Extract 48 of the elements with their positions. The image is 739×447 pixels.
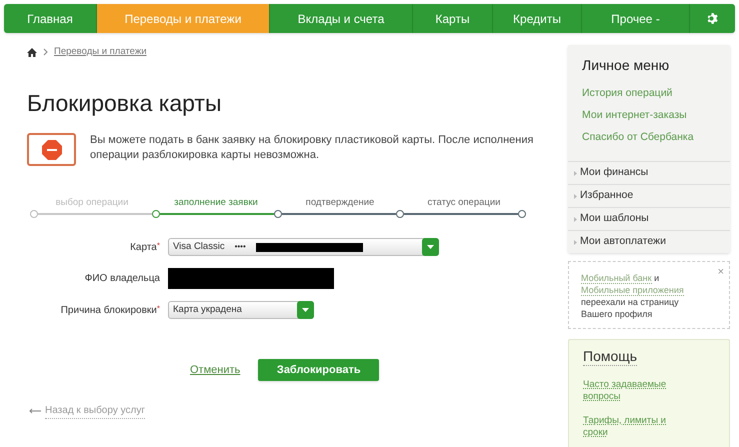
- breadcrumb-link[interactable]: Переводы и платежи: [54, 44, 146, 60]
- chevron-icon: [43, 48, 48, 56]
- menu-section[interactable]: Мои автоплатежи: [568, 230, 730, 254]
- panel-title: Личное меню: [581, 56, 670, 75]
- field-label: ФИО владельца: [84, 272, 160, 286]
- menu-section[interactable]: Избранное: [568, 184, 730, 208]
- nav-tab[interactable]: Переводы и платежи: [97, 4, 270, 33]
- notice-link[interactable]: Мобильный банк: [581, 273, 652, 284]
- required-asterisk: *: [156, 240, 160, 250]
- nav-tab[interactable]: Прочее -: [582, 4, 690, 33]
- back-link[interactable]: Назад к выбору услуг: [45, 403, 145, 420]
- select-field[interactable]: Карта украдена: [168, 301, 314, 320]
- menu-link[interactable]: Мои интернет-заказы: [582, 108, 730, 124]
- help-link[interactable]: Часто задаваемые вопросы: [583, 379, 683, 404]
- panel-title: Помощь: [583, 347, 638, 366]
- triangle-icon: [574, 216, 577, 222]
- settings-icon[interactable]: [706, 12, 719, 25]
- menu-section[interactable]: Мои шаблоны: [568, 207, 730, 230]
- cancel-link[interactable]: Отменить: [190, 362, 240, 378]
- step-label: статус операции: [426, 196, 502, 210]
- notice-text: Мобильный банк и Мобильные приложения переехали на страницу Вашего профиля: [581, 272, 685, 320]
- menu-link[interactable]: История операций: [582, 86, 730, 102]
- notice-text: Вы можете подать в банк заявку на блокировку пластиковой карты. После исполнения операции разблокировка карты невозможна.: [90, 133, 534, 163]
- triangle-icon: [574, 170, 577, 176]
- step-label: подтверждение: [304, 196, 376, 210]
- dropdown-caret-icon[interactable]: [297, 301, 314, 320]
- nav-tab[interactable]: Кредиты: [493, 4, 582, 33]
- block-button[interactable]: Заблокировать: [258, 359, 380, 382]
- notice-link[interactable]: Мобильные приложения: [581, 285, 684, 296]
- step-label: заполнение заявки: [173, 196, 259, 210]
- field-label: Причина блокировки: [60, 304, 157, 318]
- nav-tab[interactable]: Карты: [413, 4, 493, 33]
- field-label: Карта: [130, 240, 157, 255]
- dropdown-caret-icon[interactable]: [422, 238, 439, 256]
- required-asterisk: *: [156, 302, 160, 315]
- help-link[interactable]: Тарифы, лимиты и сроки: [583, 415, 683, 440]
- home-icon[interactable]: [27, 48, 37, 56]
- nav-tab[interactable]: Вклады и счета: [270, 4, 413, 33]
- page-title: Блокировка карты: [27, 89, 222, 117]
- left-arrow-icon: [29, 408, 41, 414]
- triangle-icon: [574, 194, 577, 199]
- menu-section[interactable]: Мои финансы: [568, 161, 730, 184]
- close-button[interactable]: ×: [718, 264, 724, 281]
- select-field[interactable]: Visa Classic ••••: [168, 238, 439, 256]
- menu-link[interactable]: Спасибо от Сбербанка: [582, 130, 730, 146]
- step-label: выбор операции: [54, 196, 130, 210]
- stop-sign-icon: [27, 133, 76, 166]
- triangle-icon: [574, 240, 577, 245]
